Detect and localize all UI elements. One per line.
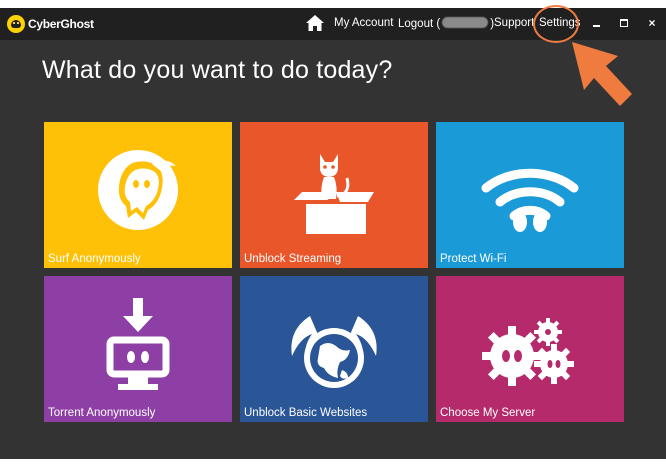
tile-protect-wifi[interactable]: Protect Wi-Fi [436, 122, 624, 268]
logout-label: Logout ( [398, 18, 441, 30]
cat-in-box-icon [294, 154, 374, 234]
close-button[interactable]: × [645, 16, 659, 30]
tile-label: Unblock Streaming [244, 253, 342, 265]
app-logo: CyberGhost [7, 15, 94, 33]
app-name: CyberGhost [28, 17, 94, 31]
ghost-logo-icon [7, 15, 25, 33]
gears-icon [482, 318, 574, 386]
tile-choose-my-server[interactable]: Choose My Server [436, 276, 624, 422]
maximize-button[interactable] [618, 16, 632, 30]
tile-surf-anonymously[interactable]: Surf Anonymously [44, 122, 232, 268]
ghost-icon [98, 150, 178, 230]
logout-link[interactable]: Logout () [398, 17, 494, 30]
wifi-icon [481, 168, 579, 232]
tile-label: Protect Wi-Fi [440, 253, 507, 265]
tile-unblock-streaming[interactable]: Unblock Streaming [240, 122, 428, 268]
my-account-link[interactable]: My Account [334, 17, 393, 29]
redacted-username [442, 17, 489, 28]
download-monitor-icon [106, 298, 170, 390]
tile-label: Surf Anonymously [48, 253, 141, 265]
winged-globe-icon [291, 316, 377, 388]
tile-label: Unblock Basic Websites [244, 407, 368, 419]
minimize-button[interactable] [591, 16, 605, 30]
tile-label: Torrent Anonymously [48, 407, 156, 419]
pointer-arrow-icon [572, 42, 632, 106]
page-heading: What do you want to do today? [42, 56, 393, 84]
tile-torrent-anonymously[interactable]: Torrent Anonymously [44, 276, 232, 422]
tile-label: Choose My Server [440, 407, 536, 419]
tile-unblock-basic-websites[interactable]: Unblock Basic Websites [240, 276, 428, 422]
home-icon[interactable] [306, 15, 324, 31]
support-link[interactable]: Support [494, 17, 534, 29]
